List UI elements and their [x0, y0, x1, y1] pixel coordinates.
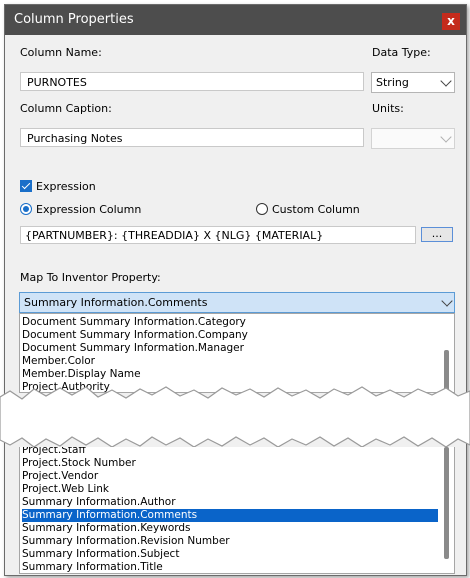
- close-button[interactable]: x: [442, 13, 460, 30]
- column-caption-field[interactable]: Purchasing Notes: [20, 128, 364, 147]
- title-bar[interactable]: Column Properties x: [5, 5, 466, 35]
- column-name-value: PURNOTES: [27, 76, 87, 89]
- units-label: Units:: [372, 102, 404, 115]
- torn-edge-separator: [0, 386, 470, 448]
- custom-column-label: Custom Column: [272, 203, 360, 216]
- list-item[interactable]: Summary Information.Subject: [22, 548, 179, 561]
- list-item-selected[interactable]: Summary Information.Comments: [22, 509, 438, 522]
- chevron-down-icon: [441, 295, 453, 307]
- property-dropdown-list-top[interactable]: Document Summary Information.Category Do…: [19, 313, 455, 393]
- list-item[interactable]: Project.Vendor: [22, 470, 98, 483]
- column-name-field[interactable]: PURNOTES: [20, 72, 364, 91]
- column-caption-value: Purchasing Notes: [27, 132, 123, 145]
- list-item[interactable]: Document Summary Information.Category: [22, 316, 246, 329]
- list-item[interactable]: Summary Information.Author: [22, 496, 176, 509]
- chevron-down-icon: [440, 131, 452, 143]
- data-type-label: Data Type:: [372, 46, 431, 59]
- expression-checkbox-label: Expression: [36, 180, 96, 193]
- chevron-down-icon: [440, 75, 452, 87]
- property-select-value: Summary Information.Comments: [24, 296, 208, 309]
- list-scrollbar[interactable]: [444, 447, 449, 559]
- data-type-value: String: [376, 76, 409, 89]
- list-item[interactable]: Project.Stock Number: [22, 457, 136, 470]
- dialog-title: Column Properties: [14, 12, 134, 27]
- column-name-label: Column Name:: [20, 46, 102, 59]
- expression-field[interactable]: {PARTNUMBER}: {THREADDIA} X {NLG} {MATER…: [20, 226, 416, 244]
- list-item[interactable]: Document Summary Information.Manager: [22, 342, 244, 355]
- list-item[interactable]: Project.Staff: [22, 447, 86, 457]
- expression-column-radio[interactable]: [20, 203, 32, 215]
- browse-button[interactable]: ...: [421, 227, 453, 242]
- expression-value: {PARTNUMBER}: {THREADDIA} X {NLG} {MATER…: [25, 229, 324, 242]
- list-item[interactable]: Document Summary Information.Company: [22, 329, 248, 342]
- list-item[interactable]: Project.Web Link: [22, 483, 109, 496]
- units-select[interactable]: [371, 128, 455, 149]
- list-item[interactable]: Member.Color: [22, 355, 95, 368]
- list-item[interactable]: Member.Display Name: [22, 368, 141, 381]
- property-select[interactable]: Summary Information.Comments: [19, 292, 455, 313]
- property-dropdown-list-bottom[interactable]: Project.Staff Project.Stock Number Proje…: [19, 447, 455, 574]
- column-caption-label: Column Caption:: [20, 102, 112, 115]
- list-item[interactable]: Summary Information.Revision Number: [22, 535, 230, 548]
- custom-column-radio[interactable]: [256, 203, 268, 215]
- list-item[interactable]: Summary Information.Title: [22, 561, 163, 573]
- expression-column-label: Expression Column: [36, 203, 142, 216]
- expression-checkbox[interactable]: [20, 180, 32, 192]
- map-to-property-label: Map To Inventor Property:: [20, 271, 161, 284]
- list-item[interactable]: Summary Information.Keywords: [22, 522, 191, 535]
- data-type-select[interactable]: String: [371, 72, 455, 93]
